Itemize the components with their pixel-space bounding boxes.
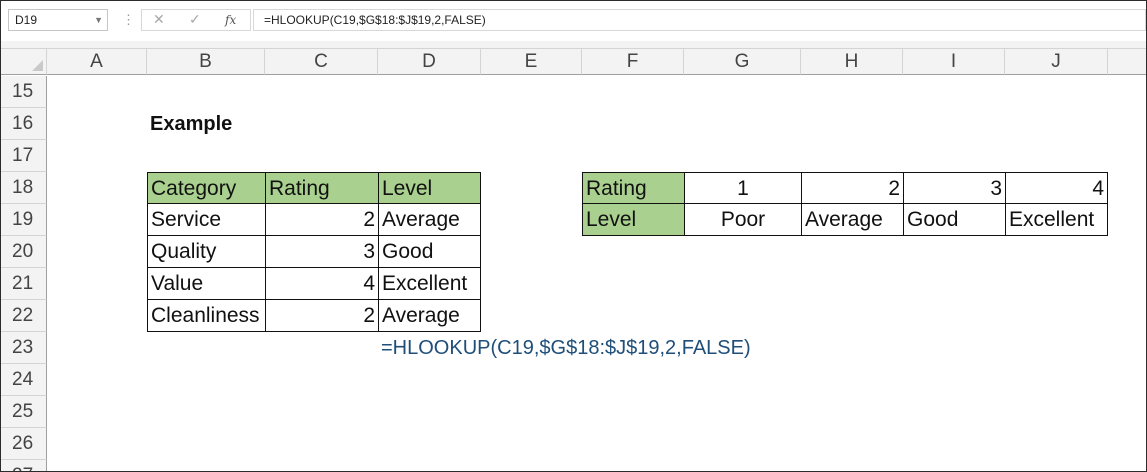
row-header-18[interactable]: 18 [1, 172, 47, 204]
row-header-25[interactable]: 25 [1, 396, 47, 428]
header-category[interactable]: Category [147, 172, 266, 204]
formula-annotation[interactable]: =HLOOKUP(C19,$G$18:$J$19,2,FALSE) [378, 332, 798, 364]
row-header-24[interactable]: 24 [1, 364, 47, 396]
lookup-rating-3[interactable]: 3 [903, 172, 1006, 204]
category-cell[interactable]: Quality [147, 235, 266, 268]
lookup-level-label[interactable]: Level [582, 203, 685, 236]
rating-cell[interactable]: 4 [265, 267, 379, 300]
rating-cell[interactable]: 2 [265, 203, 379, 236]
chevron-down-icon[interactable]: ▼ [94, 10, 103, 30]
column-header-i[interactable]: I [903, 49, 1005, 75]
row-header-20[interactable]: 20 [1, 236, 47, 268]
level-cell[interactable]: Excellent [378, 267, 481, 300]
formula-bar: D19 ▼ ⋮ ✕ ✓ fx =HLOOKUP(C19,$G$18:$J$19,… [1, 1, 1146, 41]
category-cell[interactable]: Service [147, 203, 266, 236]
column-header-j[interactable]: J [1005, 49, 1108, 75]
level-cell[interactable]: Average [378, 299, 481, 332]
example-label[interactable]: Example [147, 108, 347, 140]
rating-cell[interactable]: 2 [265, 299, 379, 332]
name-box-value: D19 [15, 13, 38, 27]
column-header-a[interactable]: A [47, 49, 147, 75]
lookup-rating-2[interactable]: 2 [801, 172, 904, 204]
cancel-icon[interactable]: ✕ [153, 11, 165, 28]
column-header-e[interactable]: E [481, 49, 582, 75]
formula-bar-divider [1, 41, 1146, 49]
row-header-27[interactable]: 27 [1, 460, 47, 471]
rating-cell[interactable]: 3 [265, 235, 379, 268]
lookup-rating-4[interactable]: 4 [1005, 172, 1108, 204]
row-header-23[interactable]: 23 [1, 332, 47, 364]
lookup-rating-1[interactable]: 1 [684, 172, 802, 204]
drag-handle-icon[interactable]: ⋮ [122, 12, 135, 28]
category-cell[interactable]: Cleanliness [147, 299, 266, 332]
formula-buttons: ✕ ✓ fx [141, 9, 251, 31]
header-rating[interactable]: Rating [265, 172, 379, 204]
header-level[interactable]: Level [378, 172, 481, 204]
row-header-26[interactable]: 26 [1, 428, 47, 460]
category-cell[interactable]: Value [147, 267, 266, 300]
column-header-overflow [1108, 49, 1146, 75]
column-header-b[interactable]: B [147, 49, 265, 75]
lookup-rating-label[interactable]: Rating [582, 172, 685, 204]
column-header-g[interactable]: G [684, 49, 801, 75]
insert-function-icon[interactable]: fx [225, 13, 236, 27]
lookup-level-poor[interactable]: Poor [684, 203, 802, 236]
level-cell[interactable]: Good [378, 235, 481, 268]
lookup-level-good[interactable]: Good [903, 203, 1006, 236]
lookup-level-excellent[interactable]: Excellent [1005, 203, 1108, 236]
row-header-22[interactable]: 22 [1, 300, 47, 332]
row-header-16[interactable]: 16 [1, 108, 47, 140]
lookup-level-average[interactable]: Average [801, 203, 904, 236]
name-box[interactable]: D19 ▼ [8, 9, 108, 31]
column-header-f[interactable]: F [582, 49, 684, 75]
select-all-button[interactable] [1, 49, 47, 75]
column-header-c[interactable]: C [265, 49, 378, 75]
formula-input[interactable]: =HLOOKUP(C19,$G$18:$J$19,2,FALSE) [253, 9, 1146, 31]
spreadsheet-window: D19 ▼ ⋮ ✕ ✓ fx =HLOOKUP(C19,$G$18:$J$19,… [0, 0, 1147, 472]
column-header-h[interactable]: H [801, 49, 903, 75]
row-header-19[interactable]: 19 [1, 204, 47, 236]
enter-icon[interactable]: ✓ [189, 11, 201, 28]
row-header-21[interactable]: 21 [1, 268, 47, 300]
row-header-15[interactable]: 15 [1, 76, 47, 108]
level-cell[interactable]: Average [378, 203, 481, 236]
row-header-17[interactable]: 17 [1, 140, 47, 172]
column-header-d[interactable]: D [378, 49, 481, 75]
